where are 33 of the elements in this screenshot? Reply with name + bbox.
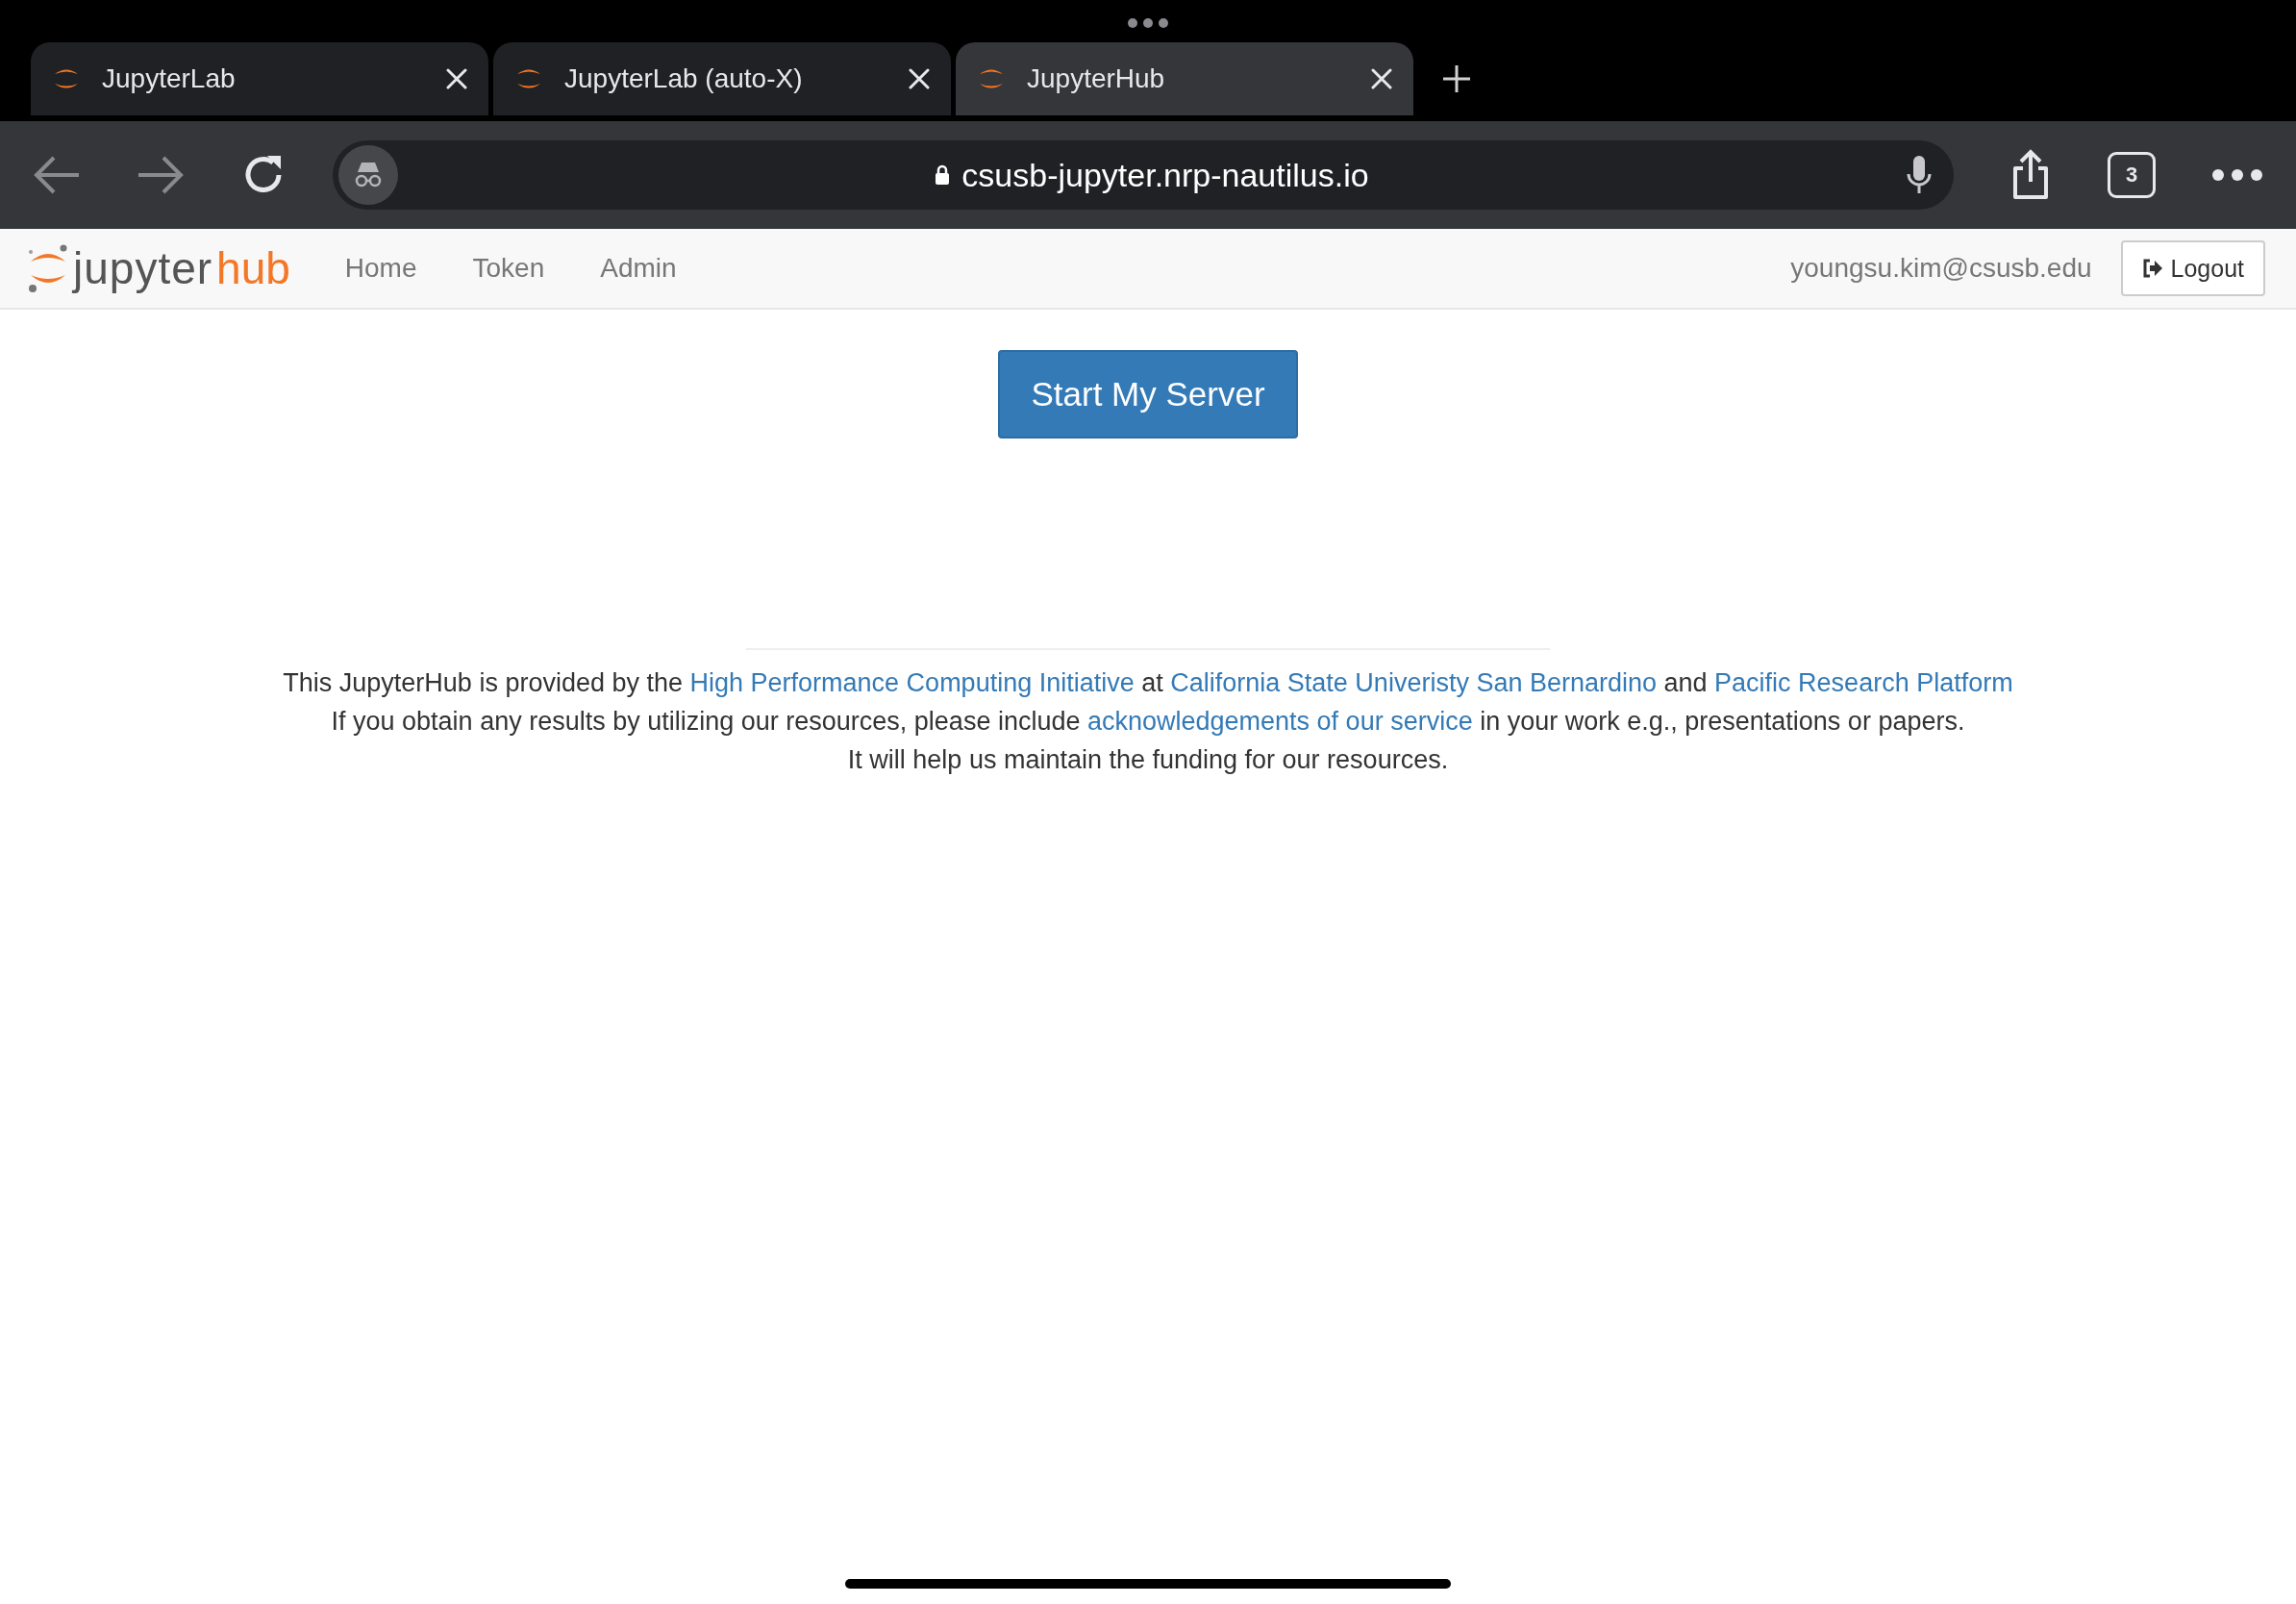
close-icon[interactable] — [446, 68, 467, 89]
jupyterhub-logo[interactable]: jupyterhub — [27, 242, 290, 294]
footer-link[interactable]: Pacific Research Platform — [1714, 668, 2013, 697]
start-server-button[interactable]: Start My Server — [998, 350, 1298, 439]
browser-tab[interactable]: JupyterLab (auto-X) — [493, 42, 951, 115]
browser-tab[interactable]: JupyterLab — [31, 42, 488, 115]
nav-link[interactable]: Token — [444, 253, 573, 284]
more-icon[interactable] — [2211, 168, 2263, 182]
footer-text: It will help us maintain the funding for our resources. — [847, 744, 1449, 776]
tab-count-button[interactable]: 3 — [2108, 152, 2156, 198]
footer-text: If you obtain any results by utilizing our resources, please include acknowledgements of our service in your work e.g., presentations or papers. — [331, 706, 1965, 738]
address-bar[interactable]: csusb-jupyter.nrp-nautilus.io — [333, 140, 1954, 210]
browser-tab[interactable]: JupyterHub — [956, 42, 1413, 115]
footer-text: This JupyterHub is provided by the High Performance Computing Initiative at California State Univeristy San Bernardino and Pacific Research Platform — [283, 667, 2013, 699]
logout-button[interactable]: Logout — [2120, 240, 2265, 296]
user-email: youngsu.kim@csusb.edu — [1790, 253, 2092, 284]
nav-link[interactable]: Admin — [572, 253, 705, 284]
microphone-icon[interactable] — [1906, 155, 1933, 195]
footer-link[interactable]: acknowledgements of our service — [1086, 707, 1473, 736]
close-icon[interactable] — [909, 68, 930, 89]
close-icon[interactable] — [1371, 68, 1392, 89]
url-text: csusb-jupyter.nrp-nautilus.io — [961, 156, 1369, 194]
tab-title: JupyterHub — [1027, 63, 1166, 94]
multitasking-dots-icon[interactable] — [1127, 17, 1169, 29]
tab-title: JupyterLab (auto-X) — [564, 63, 804, 94]
tab-title: JupyterLab — [102, 63, 237, 94]
lock-icon — [935, 164, 951, 186]
logout-icon — [2141, 259, 2163, 278]
nav-link[interactable]: Home — [316, 253, 445, 284]
footer-link[interactable]: California State Univeristy San Bernardino — [1170, 668, 1657, 697]
new-tab-icon[interactable] — [1441, 63, 1472, 94]
footer-link[interactable]: High Performance Computing Initiative — [689, 668, 1135, 697]
incognito-icon — [338, 145, 398, 205]
